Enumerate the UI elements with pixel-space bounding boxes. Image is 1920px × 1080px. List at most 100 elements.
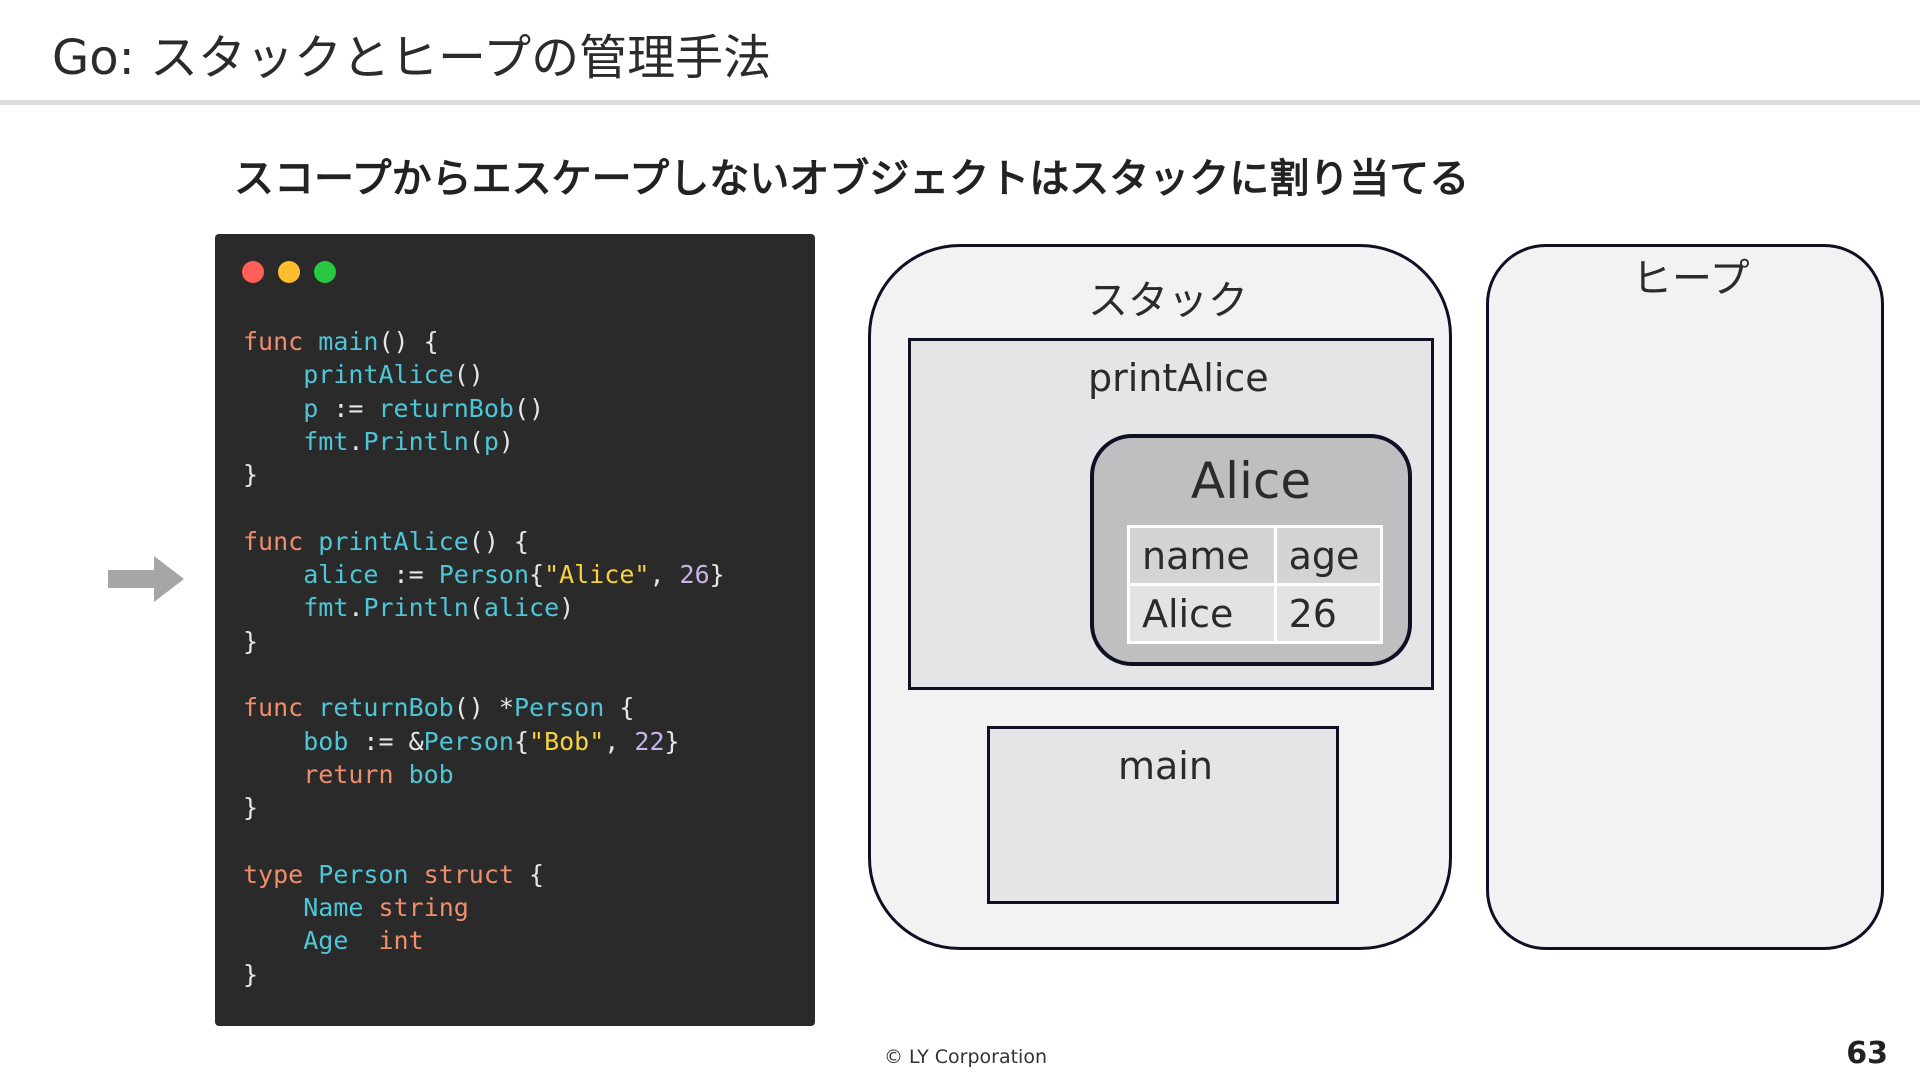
alice-object: Alice name age Alice 26 bbox=[1090, 434, 1412, 666]
code-token: { bbox=[604, 693, 635, 723]
code-token: Println bbox=[363, 593, 469, 623]
code-token: Person bbox=[318, 859, 424, 889]
code-token: } bbox=[243, 959, 259, 989]
code-token: p bbox=[483, 426, 499, 456]
code-token: { bbox=[529, 560, 545, 590]
code-token: "Bob" bbox=[529, 726, 605, 756]
code-line: bob := &Person{"Bob", 22} bbox=[243, 725, 725, 758]
code-token: . bbox=[348, 593, 364, 623]
code-token: . bbox=[348, 426, 364, 456]
code-line: } bbox=[243, 625, 725, 658]
code-token: int bbox=[378, 926, 424, 956]
slide-subtitle: スコープからエスケープしないオブジェクトはスタックに割り当てる bbox=[234, 156, 1470, 202]
code-token: Person bbox=[513, 693, 605, 723]
code-line: type Person struct { bbox=[243, 858, 725, 891]
code-token: Person bbox=[423, 726, 514, 756]
code-line: } bbox=[243, 791, 725, 824]
window-maximize-dot bbox=[314, 261, 336, 283]
code-block: func main() { printAlice() p := returnBo… bbox=[243, 325, 725, 991]
current-line-arrow-icon bbox=[108, 556, 184, 602]
window-close-dot bbox=[242, 261, 264, 283]
code-token: Age bbox=[303, 926, 379, 956]
code-token: bob bbox=[303, 726, 349, 756]
code-token: struct bbox=[423, 859, 514, 889]
code-token: ( bbox=[468, 593, 484, 623]
code-token: ( bbox=[468, 426, 484, 456]
code-token: , bbox=[604, 726, 635, 756]
frame-label-printalice: printAlice bbox=[1088, 356, 1269, 400]
code-token: func bbox=[243, 693, 319, 723]
code-token: := bbox=[378, 560, 439, 590]
code-token: () bbox=[513, 393, 545, 423]
code-token: func bbox=[243, 327, 319, 356]
code-token: returnBob bbox=[318, 693, 454, 723]
heap-region bbox=[1486, 244, 1884, 950]
code-line: alice := Person{"Alice", 26} bbox=[243, 558, 725, 591]
code-line: Age int bbox=[243, 924, 725, 957]
object-title: Alice bbox=[1190, 452, 1312, 510]
code-token: () { bbox=[468, 526, 529, 556]
code-token: string bbox=[378, 893, 469, 923]
code-window: func main() { printAlice() p := returnBo… bbox=[215, 234, 815, 1026]
code-token: () bbox=[453, 360, 484, 390]
code-token: Person bbox=[438, 560, 530, 590]
code-token: fmt bbox=[303, 426, 349, 456]
code-token: , bbox=[649, 560, 680, 590]
code-token: { bbox=[513, 726, 530, 756]
code-token: p bbox=[303, 393, 319, 423]
field-value-name: Alice bbox=[1127, 583, 1277, 644]
field-header-name: name bbox=[1127, 525, 1277, 586]
code-line: func returnBob() *Person { bbox=[243, 691, 725, 724]
code-token: { bbox=[513, 859, 545, 889]
object-fields-table: name age Alice 26 bbox=[1127, 525, 1384, 644]
code-token: return bbox=[303, 759, 409, 789]
code-token: () { bbox=[378, 327, 439, 356]
slide-title: Go: スタックとヒープの管理手法 bbox=[52, 30, 772, 86]
code-token: alice bbox=[303, 560, 379, 590]
code-line: fmt.Println(alice) bbox=[243, 591, 725, 624]
window-minimize-dot bbox=[278, 261, 300, 283]
code-line: printAlice() bbox=[243, 358, 725, 391]
title-divider bbox=[0, 100, 1920, 105]
code-line: fmt.Println(p) bbox=[243, 425, 725, 458]
code-token: main bbox=[318, 327, 379, 356]
code-token: 26 bbox=[679, 560, 710, 590]
code-token: alice bbox=[483, 593, 560, 623]
code-token: printAlice bbox=[303, 360, 454, 390]
code-token: := & bbox=[348, 726, 424, 756]
code-token: ) bbox=[498, 426, 514, 456]
code-token: := bbox=[318, 393, 379, 423]
code-token: 22 bbox=[634, 726, 665, 756]
code-token: } bbox=[664, 726, 680, 756]
code-line: } bbox=[243, 958, 725, 991]
code-token: } bbox=[243, 793, 259, 823]
code-token: ) bbox=[559, 593, 575, 623]
code-token: "Alice" bbox=[544, 560, 650, 590]
code-token: returnBob bbox=[378, 393, 514, 423]
code-token: } bbox=[709, 560, 725, 590]
copyright-footer: © LY Corporation bbox=[884, 1046, 1047, 1068]
code-line: func printAlice() { bbox=[243, 525, 725, 558]
code-token: bob bbox=[408, 759, 454, 789]
code-token: Name bbox=[303, 893, 379, 923]
frame-label-main: main bbox=[1118, 744, 1213, 788]
code-token: } bbox=[243, 460, 259, 490]
code-token: type bbox=[243, 859, 319, 889]
code-line: return bob bbox=[243, 758, 725, 791]
heap-label: ヒープ bbox=[1632, 256, 1750, 302]
code-line: Name string bbox=[243, 891, 725, 924]
code-token: fmt bbox=[303, 593, 349, 623]
code-line: func main() { bbox=[243, 325, 725, 358]
code-token: printAlice bbox=[318, 526, 469, 556]
code-line: } bbox=[243, 458, 725, 491]
